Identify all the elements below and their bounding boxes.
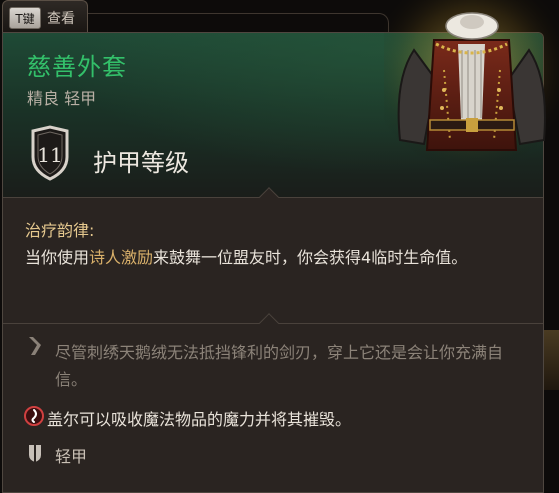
inspect-label: 查看 (47, 11, 75, 27)
light-armor-icon (29, 445, 41, 462)
flavor-text: 尽管刺绣天鹅绒无法抵挡锋利的剑刃，穿上它还是会让你充满自信。 (55, 343, 504, 389)
armor-class-label: 护甲等级 (93, 149, 189, 177)
armor-type-label: 轻甲 (55, 447, 88, 466)
passive-desc-highlight[interactable]: 诗人激励 (89, 248, 153, 267)
passive-description: 当你使用诗人激励来鼓舞一位盟友时，你会获得4临时生命值。 (25, 245, 505, 271)
quill-icon (29, 337, 41, 355)
passive-desc-prefix: 当你使用 (25, 248, 90, 267)
passive-title: 治疗韵律: (25, 221, 95, 240)
item-rarity-type: 精良 轻甲 (27, 89, 97, 108)
hotkey-keycap: T键 (9, 7, 41, 29)
inspect-hotkey-tab[interactable]: T键 查看 (2, 0, 88, 32)
gale-note: 盖尔可以吸收魔法物品的魔力并将其摧毁。 (47, 410, 352, 429)
section-notch (259, 313, 279, 333)
armor-class-value: 11 (37, 143, 63, 167)
passive-desc-suffix: 来鼓舞一位盟友时，你会获得4临时生命值。 (153, 248, 468, 267)
game-screen: T键 查看 慈善外套 精良 轻甲 11 护甲等级 治疗韵律: 当你使用诗人激励来… (0, 0, 559, 493)
panel-frame-edge (88, 13, 389, 34)
item-name: 慈善外套 (27, 53, 127, 81)
ornate-doublet-icon (384, 0, 559, 172)
warning-swirl-icon (24, 406, 44, 426)
